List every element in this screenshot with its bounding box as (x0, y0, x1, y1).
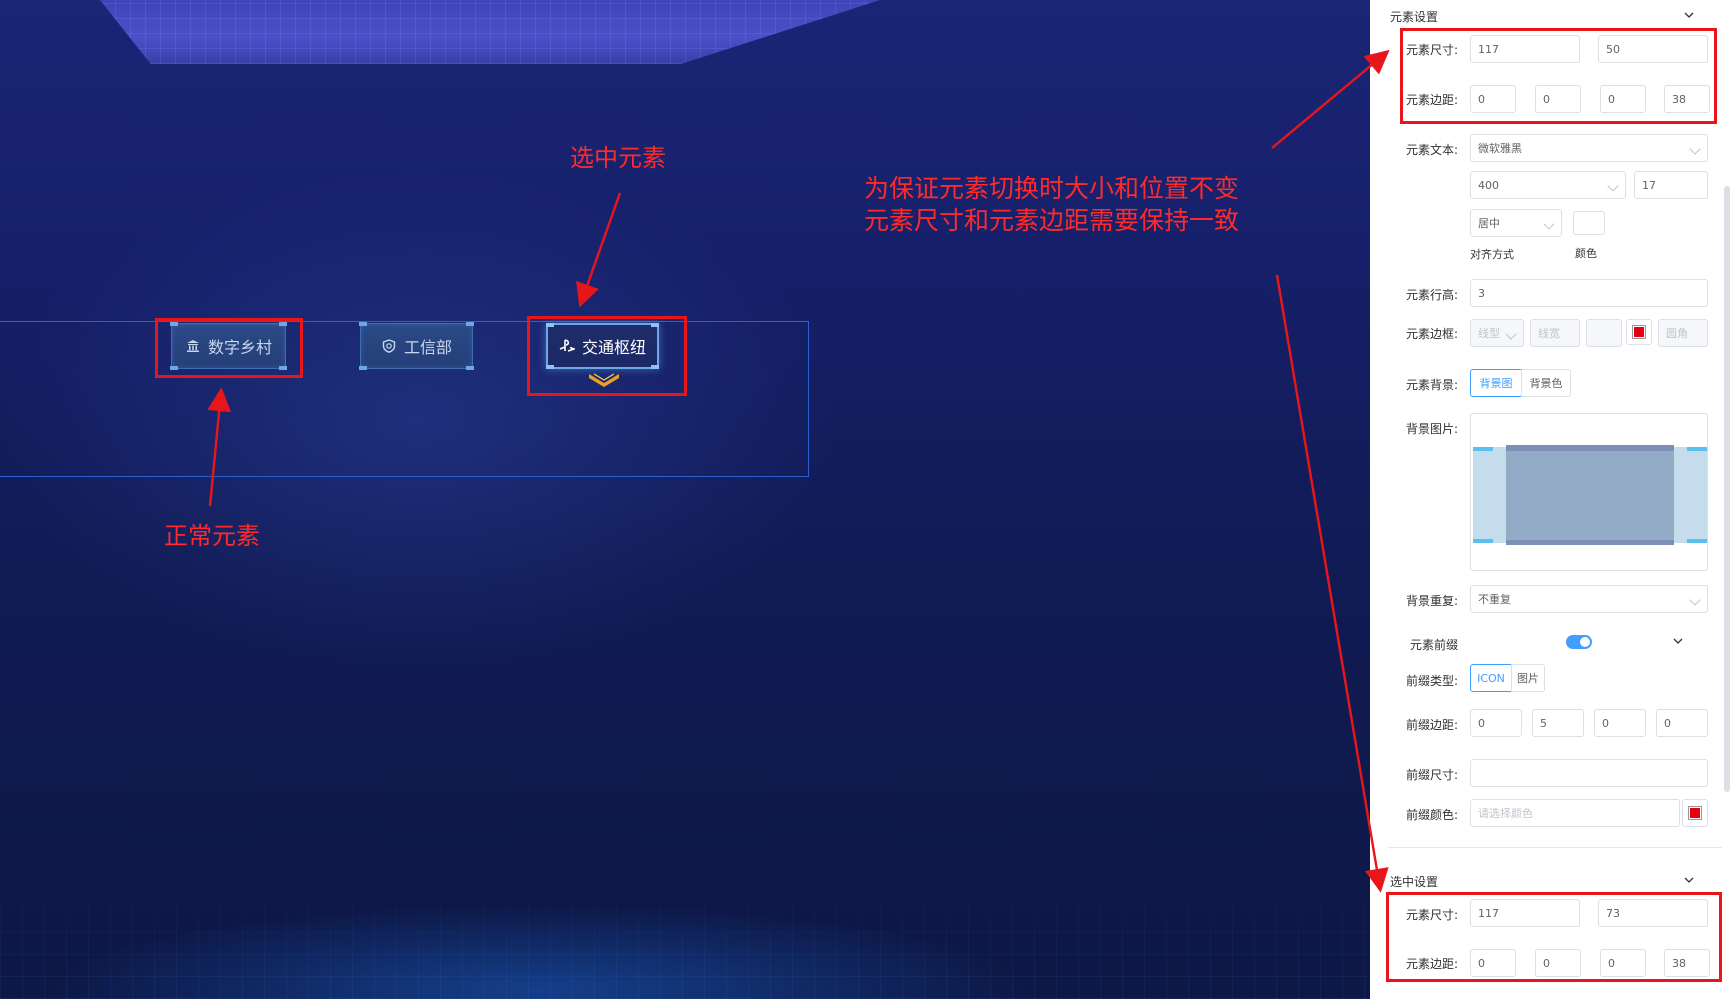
text-label: 元素文本: (1405, 143, 1458, 157)
border-color-swatch (1632, 325, 1646, 339)
prefix-label: 元素前缀 (1409, 638, 1458, 652)
prefix-type-label: 前缀类型: (1405, 674, 1458, 688)
border-type-placeholder: 线型 (1478, 327, 1500, 340)
border-width-input[interactable]: 线宽 (1530, 319, 1580, 347)
bottom-grid-decoration (0, 870, 1370, 999)
line-height-label: 元素行高: (1405, 288, 1458, 302)
bg-image-upload[interactable] (1470, 413, 1708, 571)
tab-prefix-image[interactable]: 图片 (1511, 664, 1545, 692)
tab-background-image[interactable]: 背景图 (1470, 369, 1522, 397)
border-color-picker[interactable] (1626, 319, 1652, 345)
line-height-input[interactable]: 3 (1470, 279, 1708, 307)
text-align-select[interactable]: 居中 (1470, 209, 1562, 237)
tab-prefix-icon[interactable]: ICON (1470, 664, 1512, 692)
design-canvas: 数字乡村 工信部 交通枢纽 选中元素 正常元素 为保证元素切换时大小和位置不变 … (0, 0, 1370, 999)
highlight-element-size-margin (1400, 28, 1717, 124)
prefix-color-label: 前缀颜色: (1405, 808, 1458, 822)
section-divider (1388, 847, 1722, 848)
nav-button-miit[interactable]: 工信部 (359, 322, 474, 370)
annotation-note-line-2: 元素尺寸和元素边距需要保持一致 (864, 206, 1240, 235)
bg-repeat-select[interactable]: 不重复 (1470, 585, 1708, 613)
property-panel[interactable]: 元素设置 元素尺寸: 117 50 元素边距: 0 0 0 38 元素文本: 微… (1370, 0, 1731, 999)
panel-scrollbar[interactable] (1724, 186, 1730, 792)
chevron-down-icon[interactable] (1682, 873, 1696, 887)
font-weight-value: 400 (1478, 178, 1499, 192)
nav-button-label: 工信部 (403, 338, 452, 357)
prefix-margin-top-input[interactable]: 0 (1470, 709, 1522, 737)
prefix-size-input[interactable] (1470, 759, 1708, 787)
color-caption: 颜色 (1575, 247, 1597, 260)
border-type-select[interactable]: 线型 (1470, 319, 1524, 347)
background-label: 元素背景: (1405, 378, 1458, 392)
prefix-margin-bottom-input[interactable]: 0 (1594, 709, 1646, 737)
font-size-input[interactable]: 17 (1634, 171, 1708, 199)
font-family-select[interactable]: 微软雅黑 (1470, 134, 1708, 162)
prefix-margin-label: 前缀边距: (1405, 718, 1458, 732)
bg-repeat-label: 背景重复: (1405, 594, 1458, 608)
section-title-selected-settings: 选中设置 (1390, 875, 1439, 889)
prefix-toggle[interactable] (1566, 635, 1592, 649)
prefix-margin-right-input[interactable]: 5 (1532, 709, 1584, 737)
bg-image-preview (1473, 445, 1707, 545)
top-banner-decoration (100, 0, 880, 64)
prefix-color-picker[interactable] (1682, 799, 1708, 827)
prefix-size-label: 前缀尺寸: (1405, 768, 1458, 782)
chevron-down-icon[interactable] (1671, 634, 1685, 648)
text-align-value: 居中 (1478, 217, 1500, 230)
shield-icon (381, 338, 397, 354)
bg-image-label: 背景图片: (1405, 422, 1458, 436)
tab-background-color[interactable]: 背景色 (1521, 369, 1571, 397)
highlight-normal-element (155, 318, 303, 378)
annotation-normal-element: 正常元素 (164, 522, 260, 550)
font-family-value: 微软雅黑 (1478, 142, 1522, 155)
annotation-selected-element: 选中元素 (570, 144, 666, 172)
align-caption: 对齐方式 (1470, 248, 1514, 261)
text-color-picker[interactable] (1573, 211, 1605, 235)
highlight-selected-size-margin (1386, 892, 1722, 982)
border-color-input[interactable] (1586, 319, 1622, 347)
prefix-color-swatch (1688, 806, 1702, 820)
section-title-element-settings: 元素设置 (1390, 10, 1439, 24)
font-weight-select[interactable]: 400 (1470, 171, 1626, 199)
prefix-color-input[interactable]: 请选择颜色 (1470, 799, 1680, 827)
annotation-note-line-1: 为保证元素切换时大小和位置不变 (864, 174, 1240, 203)
border-label: 元素边框: (1405, 327, 1458, 341)
chevron-down-icon[interactable] (1682, 8, 1696, 22)
highlight-selected-element (527, 316, 687, 396)
prefix-margin-left-input[interactable]: 0 (1656, 709, 1708, 737)
annotation-size-note: 为保证元素切换时大小和位置不变 元素尺寸和元素边距需要保持一致 (864, 173, 1239, 237)
border-radius-input[interactable]: 圆角 (1658, 319, 1708, 347)
bg-repeat-value: 不重复 (1478, 593, 1511, 606)
